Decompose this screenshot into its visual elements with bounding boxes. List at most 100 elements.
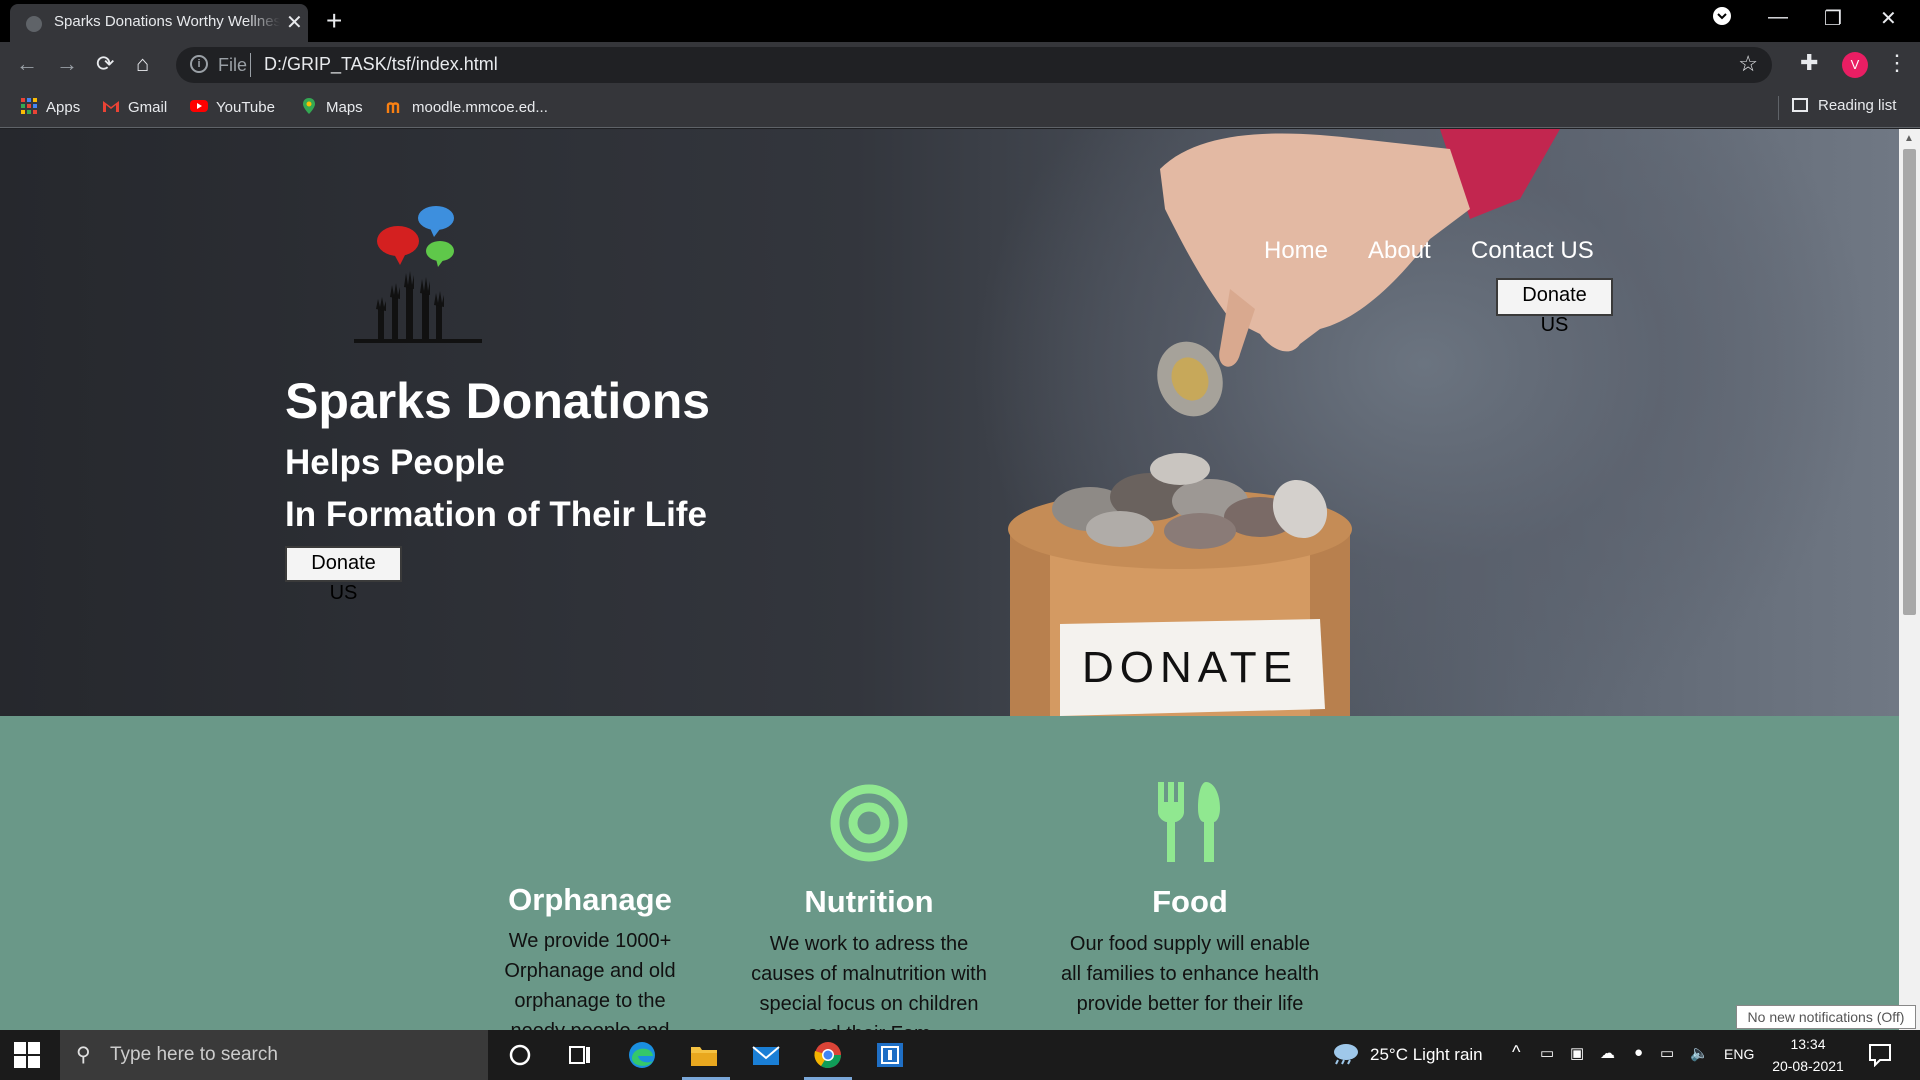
url-scheme: File: [218, 55, 248, 75]
battery-icon[interactable]: ▭: [1660, 1044, 1674, 1062]
file-explorer-icon[interactable]: [688, 1040, 720, 1070]
feature-line: and their Fam: [724, 1019, 1014, 1030]
task-view-icon[interactable]: [564, 1040, 596, 1070]
features-section: Orphanage We provide 1000+ Orphanage and…: [0, 716, 1899, 1030]
bookmark-label: YouTube: [216, 99, 275, 116]
bookmarks-separator: [1778, 96, 1779, 120]
feature-line: needy people and: [474, 1016, 706, 1030]
browser-toolbar: ← → ⟳ ⌂ i File D:/GRIP_TASK/tsf/index.ht…: [0, 42, 1920, 88]
new-tab-button[interactable]: +: [326, 5, 342, 37]
nav-about-link[interactable]: About: [1368, 237, 1431, 265]
url-separator: [250, 53, 251, 77]
donation-jar-image: DONATE: [1008, 129, 1560, 716]
youtube-icon: [190, 100, 208, 112]
feature-line: Orphanage and old: [504, 960, 676, 982]
edge-browser-icon[interactable]: [626, 1040, 658, 1070]
minimize-window-button[interactable]: —: [1768, 6, 1788, 29]
network-icon[interactable]: ▭: [1540, 1044, 1554, 1062]
weather-text[interactable]: 25°C Light rain: [1370, 1045, 1483, 1065]
feature-line: all families to enhance health: [1061, 963, 1319, 985]
page-scrollbar[interactable]: ▲: [1899, 129, 1920, 1030]
hero-title: Sparks Donations: [285, 373, 711, 429]
back-arrow-icon[interactable]: ←: [16, 51, 38, 77]
clock-date[interactable]: 20-08-2021: [1768, 1058, 1848, 1074]
browser-tab[interactable]: Sparks Donations Worthy Wellness ✕: [10, 4, 308, 42]
taskbar-search-box[interactable]: ⚲ Type here to search: [60, 1030, 488, 1080]
feature-line: provide better for their life: [1076, 993, 1304, 1015]
feature-line: We work to adress the: [769, 933, 969, 955]
feature-line: special focus on children: [759, 993, 979, 1015]
bookmark-gmail[interactable]: Gmail: [102, 97, 167, 116]
sparks-logo: [354, 206, 482, 343]
tab-search-icon[interactable]: [1712, 6, 1732, 32]
notifications-icon[interactable]: [1868, 1043, 1892, 1067]
bookmark-label: Apps: [46, 99, 81, 116]
feature-line: orphanage to the: [514, 990, 666, 1012]
onedrive-cloud-icon[interactable]: ☁: [1600, 1044, 1615, 1062]
close-tab-icon[interactable]: ✕: [286, 10, 303, 35]
hero-subtitle: Helps People: [285, 443, 505, 482]
feature-title-food: Food: [1152, 884, 1228, 919]
browser-tab-strip: Sparks Donations Worthy Wellness ✕ + — ❐…: [0, 0, 1920, 42]
nav-home-link[interactable]: Home: [1264, 237, 1328, 265]
meet-now-icon[interactable]: ▣: [1570, 1044, 1584, 1062]
restore-window-button[interactable]: ❐: [1824, 6, 1842, 31]
globe-icon: [26, 16, 42, 32]
browser-menu-icon[interactable]: ⋮: [1886, 50, 1908, 76]
tray-overflow-chevron-icon[interactable]: ^: [1512, 1042, 1520, 1063]
reading-list-label: Reading list: [1818, 97, 1897, 114]
chrome-icon[interactable]: [812, 1040, 844, 1070]
feature-line: We provide 1000+: [508, 930, 672, 952]
url-text[interactable]: D:/GRIP_TASK/tsf/index.html: [264, 54, 498, 75]
scroll-up-arrow-icon[interactable]: ▲: [1904, 133, 1914, 144]
nav-contact-link[interactable]: Contact US: [1471, 237, 1594, 265]
reload-icon[interactable]: ⟳: [96, 51, 114, 77]
nav-donate-button[interactable]: Donate US: [1496, 278, 1613, 336]
tab-title: Sparks Donations Worthy Wellness: [54, 13, 280, 30]
moodle-icon: [386, 102, 400, 113]
bookmark-star-icon[interactable]: ☆: [1738, 51, 1758, 77]
bookmarks-bar: Apps Gmail YouTube Maps moodle.mmcoe.ed.…: [0, 88, 1920, 128]
bookmark-label: moodle.mmcoe.ed...: [412, 99, 548, 116]
bookmark-moodle[interactable]: moodle.mmcoe.ed...: [386, 97, 548, 116]
bookmark-youtube[interactable]: YouTube: [190, 97, 275, 116]
mail-icon[interactable]: [750, 1040, 782, 1070]
cortana-icon[interactable]: [504, 1040, 536, 1070]
close-window-button[interactable]: ✕: [1880, 6, 1897, 31]
feature-text-orphanage: We provide 1000+ Orphanage and old orpha…: [474, 926, 706, 1030]
language-indicator[interactable]: ENG: [1724, 1046, 1754, 1062]
gmail-icon: [103, 101, 119, 112]
microphone-icon[interactable]: ●: [1634, 1044, 1643, 1061]
home-icon[interactable]: ⌂: [136, 51, 149, 77]
apps-grid-icon: [21, 98, 37, 114]
jar-label: DONATE: [1082, 643, 1298, 692]
clock-time[interactable]: 13:34: [1768, 1036, 1848, 1052]
bookmark-label: Maps: [326, 99, 363, 116]
target-icon: [830, 784, 908, 862]
feature-text-food: Our food supply will enable all families…: [1040, 929, 1340, 1019]
bookmark-maps[interactable]: Maps: [300, 97, 363, 116]
weather-rain-icon: [1334, 1044, 1358, 1065]
maps-icon: [303, 98, 315, 114]
scrollbar-thumb[interactable]: [1903, 149, 1916, 615]
bookmark-apps[interactable]: Apps: [20, 97, 80, 116]
notification-toast: No new notifications (Off): [1736, 1005, 1916, 1029]
profile-avatar[interactable]: V: [1842, 52, 1868, 78]
hero-tagline: In Formation of Their Life: [285, 495, 707, 534]
fork-spoon-icon: [1158, 782, 1220, 862]
extensions-puzzle-icon[interactable]: ✚: [1800, 50, 1818, 76]
address-bar[interactable]: i File D:/GRIP_TASK/tsf/index.html ☆: [176, 47, 1772, 83]
reading-list-button[interactable]: Reading list: [1792, 97, 1896, 114]
hero-donate-button[interactable]: Donate US: [285, 546, 402, 604]
bookmark-label: Gmail: [128, 99, 168, 116]
windows-start-icon[interactable]: [14, 1042, 40, 1068]
store-app-icon[interactable]: [874, 1040, 906, 1070]
feature-title-orphanage: Orphanage: [508, 882, 672, 917]
hero-section: DONATE Sparks Donations Helps People In …: [0, 129, 1899, 716]
search-icon: ⚲: [76, 1044, 91, 1066]
volume-icon[interactable]: 🔈: [1690, 1044, 1709, 1062]
forward-arrow-icon[interactable]: →: [56, 51, 78, 77]
site-info-icon[interactable]: i: [190, 55, 208, 73]
feature-title-nutrition: Nutrition: [804, 884, 934, 919]
feature-line: Our food supply will enable: [1069, 933, 1311, 955]
